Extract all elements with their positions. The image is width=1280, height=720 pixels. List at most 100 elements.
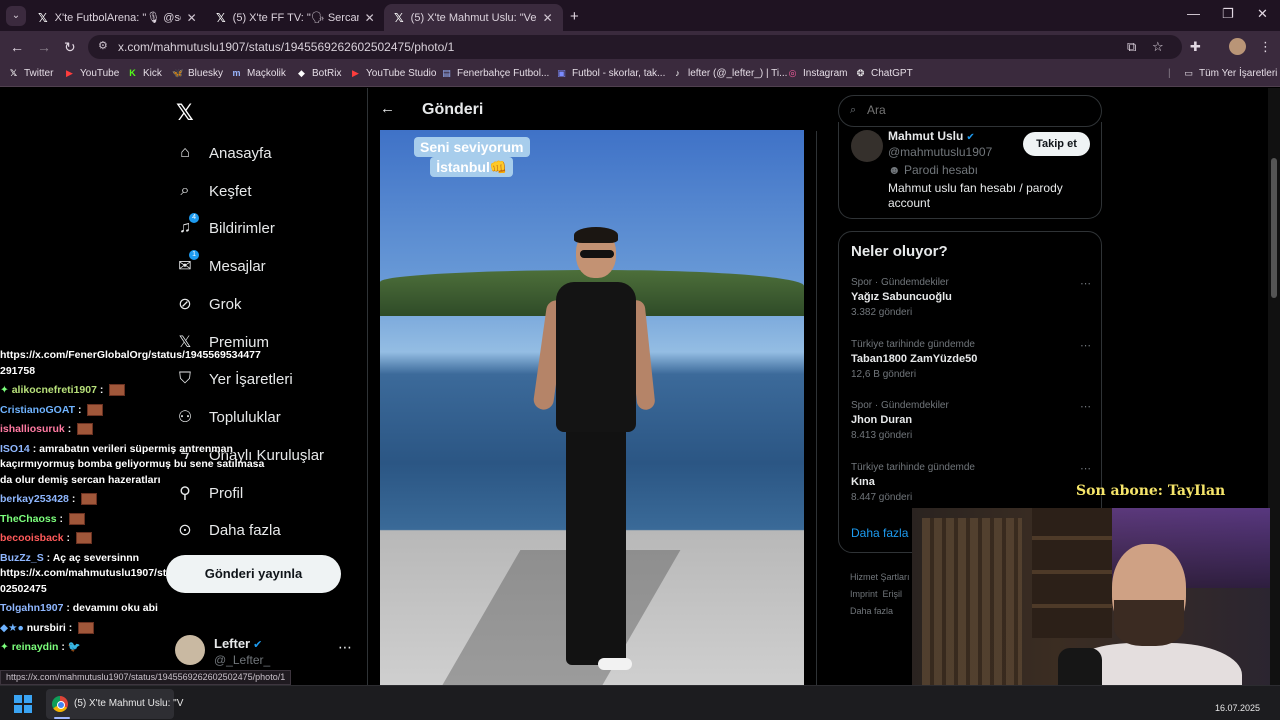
address-bar[interactable]: ⚙ x.com/mahmutuslu1907/status/1945569262… — [88, 35, 1182, 59]
emote-icon — [68, 512, 85, 525]
bookmark-mackolik[interactable]: m Maçkolik — [231, 68, 285, 79]
botrix-icon: ◆ — [298, 68, 305, 78]
footer-link[interactable]: Hizmet Şartları — [850, 569, 910, 586]
trend-item[interactable]: Spor · Gündemdekiler Jhon Duran 8.413 gö… — [851, 400, 1091, 456]
emote-icon — [87, 403, 104, 416]
chat-line: https://x.com/FenerGlobalOrg/status/1945… — [0, 348, 300, 364]
futbol-icon: ▣ — [557, 68, 566, 78]
youtube-icon: ▶ — [352, 68, 359, 78]
trend-item[interactable]: Spor · Gündemdekiler Yağız Sabuncuoğlu 3… — [851, 277, 1091, 333]
menu-kebab-icon[interactable]: ⋮ — [1259, 39, 1272, 55]
maximize-icon[interactable]: ❐ — [1222, 6, 1234, 22]
close-icon[interactable]: ✕ — [543, 11, 553, 25]
bookmark-chatgpt[interactable]: ❂ ChatGPT — [855, 68, 913, 79]
trend-name: Kına — [851, 476, 875, 488]
search-input[interactable] — [867, 103, 1087, 117]
status-bar-url: https://x.com/mahmutuslu1907/status/1945… — [0, 670, 292, 685]
profile-avatar[interactable] — [1229, 38, 1246, 55]
bluesky-icon: 🦋 — [172, 68, 184, 78]
trend-context: Türkiye tarihinde gündemde — [851, 339, 975, 350]
nav-home[interactable]: ⌂ Anasayfa — [174, 138, 271, 168]
bookmark-futbol[interactable]: ▣ Futbol - skorlar, tak... — [556, 68, 665, 79]
install-app-icon[interactable]: ⧉ — [1127, 39, 1136, 55]
account-switcher[interactable]: Lefter ✔ @_Lefter_ ⋯ — [175, 633, 355, 673]
mackolik-icon: m — [232, 68, 241, 78]
chat-text: amrabatın verileri süpermiş antrenman — [39, 442, 233, 455]
footer-link[interactable]: Daha fazla — [850, 603, 910, 620]
avatar — [175, 635, 205, 665]
more-dots-icon[interactable]: ⋯ — [1080, 277, 1091, 290]
close-icon[interactable]: ✕ — [187, 11, 197, 25]
nav-grok[interactable]: ⊘ Grok — [174, 289, 241, 319]
x-logo-icon: 𝕏 — [216, 10, 226, 25]
trend-name: Taban1800 ZamYüzde50 — [851, 353, 978, 365]
chat-text: 291758 — [0, 364, 36, 377]
bookmark-fenerbahce[interactable]: ▤ Fenerbahçe Futbol... — [441, 68, 549, 79]
taskbar-chrome-button[interactable]: (5) X'te Mahmut Uslu: "V — [46, 689, 183, 719]
avatar[interactable] — [851, 130, 883, 162]
bookmark-youtube[interactable]: ▶ YouTube — [64, 68, 119, 79]
post-photo[interactable]: Seni seviyorum İstanbul👊 — [380, 130, 804, 685]
close-icon[interactable]: ✕ — [365, 11, 375, 25]
bookmark-botrix[interactable]: ◆ BotRix — [296, 68, 341, 79]
post-column: ← Gönderi Seni seviyorum İstanbul👊 — [367, 88, 818, 685]
bookmark-twitter[interactable]: 𝕏 Twitter — [8, 68, 54, 79]
extensions-icon[interactable]: ✚ — [1190, 39, 1201, 55]
nav-notifications[interactable]: ♫ 4 Bildirimler — [174, 213, 275, 243]
back-arrow-icon[interactable]: ← — [380, 100, 395, 117]
tab-futbolarena[interactable]: 𝕏 X'te FutbolArena: "🎙 @sercan ✕ — [28, 4, 207, 31]
torso-shape — [556, 282, 636, 432]
more-dots-icon[interactable]: ⋯ — [1080, 400, 1091, 413]
bookmark-star-icon[interactable]: ☆ — [1152, 39, 1164, 55]
bookmark-youtube-studio[interactable]: ▶ YouTube Studio — [350, 68, 436, 79]
webcam-overlay — [912, 508, 1270, 708]
footer-link[interactable]: Imprint — [850, 589, 878, 599]
notification-badge: 4 — [189, 213, 199, 223]
follow-button[interactable]: Takip et — [1023, 132, 1090, 156]
more-dots-icon[interactable]: ⋯ — [338, 639, 352, 656]
bookmark-tiktok[interactable]: ♪ lefter (@_lefter_) | Ti... — [672, 68, 787, 79]
forward-icon[interactable]: → — [37, 39, 51, 55]
trend-name: Yağız Sabuncuoğlu — [851, 291, 952, 303]
nav-messages[interactable]: ✉ 1 Mesajlar — [174, 250, 266, 281]
reload-icon[interactable]: ↻ — [64, 39, 76, 56]
minimize-icon[interactable]: — — [1187, 6, 1200, 21]
last-subscriber-overlay: Son abone: TayIlan — [1076, 483, 1226, 499]
chat-line: TheChaoss : — [0, 512, 300, 528]
new-tab-icon[interactable]: + — [570, 8, 579, 25]
fenerbahce-icon: ▤ — [442, 68, 451, 78]
more-dots-icon[interactable]: ⋯ — [1080, 462, 1091, 475]
window-close-icon[interactable]: ✕ — [1257, 6, 1268, 22]
emote-icon — [109, 384, 126, 397]
chat-line: becooisback : — [0, 531, 300, 547]
search-box[interactable]: ⌕ — [838, 95, 1102, 127]
bookmark-bluesky[interactable]: 🦋 Bluesky — [172, 68, 223, 79]
footer-links: Hizmet Şartları Imprint Erişil Daha fazl… — [850, 569, 910, 620]
post-button[interactable]: Gönderi yayınla — [166, 555, 341, 593]
youtube-icon: ▶ — [66, 68, 73, 78]
bookmark-kick[interactable]: K Kick — [127, 68, 162, 79]
caption-line: Seni seviyorum — [414, 137, 530, 157]
windows-start-icon[interactable] — [14, 695, 32, 713]
profile-bio: Mahmut uslu fan hesabı / parody account — [888, 181, 1063, 210]
bird-emote-icon: 🐦 — [67, 641, 81, 653]
trend-name: Jhon Duran — [851, 414, 913, 426]
legs-shape — [566, 425, 626, 665]
tab-mahmut-uslu[interactable]: 𝕏 (5) X'te Mahmut Uslu: "Verdiği sö ✕ — [384, 4, 563, 31]
scrollbar-thumb[interactable] — [1271, 158, 1277, 298]
trend-context: Türkiye tarihinde gündemde — [851, 462, 975, 473]
emote-icon — [81, 493, 98, 506]
tab-fftv[interactable]: 𝕏 (5) X'te FF TV: "🗣 Sercan Hamza ✕ — [206, 4, 385, 31]
nav-explore[interactable]: ⌕ Keşfet — [174, 176, 252, 206]
all-bookmarks[interactable]: ▭ Tüm Yer İşaretleri — [1183, 68, 1277, 79]
profile-name[interactable]: Mahmut Uslu ✔ — [888, 129, 975, 143]
tab-search-icon[interactable]: ⌄ — [6, 6, 26, 26]
trend-item[interactable]: Türkiye tarihinde gündemde Taban1800 Zam… — [851, 339, 1091, 395]
bookmark-divider: | — [1168, 68, 1171, 79]
bookmark-instagram[interactable]: ◎ Instagram — [787, 68, 848, 79]
x-logo-icon[interactable]: 𝕏 — [176, 100, 194, 126]
more-dots-icon[interactable]: ⋯ — [1080, 339, 1091, 352]
footer-link[interactable]: Erişil — [883, 589, 903, 599]
back-icon[interactable]: ← — [10, 39, 24, 55]
site-info-icon[interactable]: ⚙ — [98, 39, 108, 52]
